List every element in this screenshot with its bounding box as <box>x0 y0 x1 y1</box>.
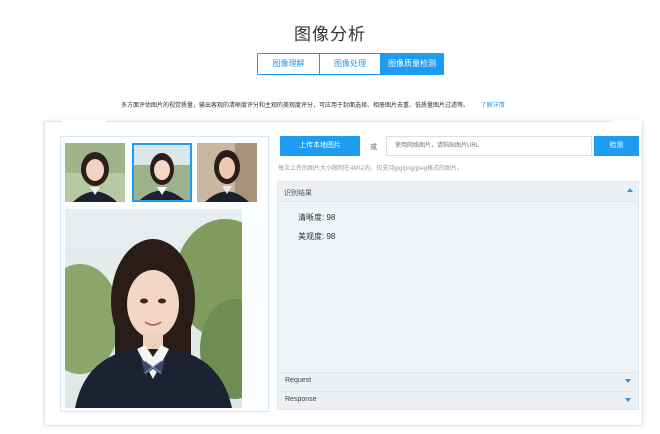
tab-image-quality[interactable]: 图像质量检测 <box>381 54 443 74</box>
upload-hint: 每次上传的图片大小限制在4M以内，仅支持jpg/png/jpeg格式的图片。 <box>278 166 464 172</box>
sharpness-score: 清晰度: 98 <box>298 213 336 222</box>
selected-photo <box>65 209 242 408</box>
expand-caret-icon <box>625 379 631 383</box>
detect-button[interactable]: 检测 <box>594 136 639 156</box>
tab-bar: 图像理解 图像处理 图像质量检测 <box>257 53 444 75</box>
response-label: Response <box>285 396 317 403</box>
panel-divider-left <box>62 120 106 122</box>
tab-image-understanding[interactable]: 图像理解 <box>258 54 320 74</box>
description-text: 多方面评估图片的视觉质量，输出客观的清晰度评分和主观的美观度评分，可应用于封面选… <box>121 103 470 109</box>
sample-thumbnail-3[interactable] <box>197 143 257 202</box>
collapse-caret-icon[interactable] <box>627 188 633 192</box>
page-title: 图像分析 <box>294 25 366 44</box>
sample-thumbnail-2-selected[interactable] <box>132 143 192 202</box>
expand-caret-icon <box>625 398 631 402</box>
result-header-label: 识别结果 <box>284 190 312 197</box>
tab-image-processing[interactable]: 图像处理 <box>320 54 381 74</box>
panel-divider-right <box>612 120 642 122</box>
learn-more-link[interactable]: 了解详情 <box>481 103 505 109</box>
aesthetics-score: 美观度: 98 <box>298 232 336 241</box>
upload-local-image-button[interactable]: 上传本地图片 <box>280 136 360 156</box>
image-url-input[interactable] <box>386 136 592 156</box>
description: 多方面评估图片的视觉质量，输出客观的清晰度评分和主观的美观度评分，可应用于封面选… <box>121 100 505 109</box>
request-label: Request <box>285 377 312 384</box>
response-accordion[interactable]: Response <box>279 391 637 409</box>
result-header[interactable] <box>279 183 637 202</box>
request-accordion[interactable]: Request <box>279 372 637 390</box>
or-label: 或 <box>370 144 377 151</box>
sample-thumbnail-1[interactable] <box>65 143 125 202</box>
